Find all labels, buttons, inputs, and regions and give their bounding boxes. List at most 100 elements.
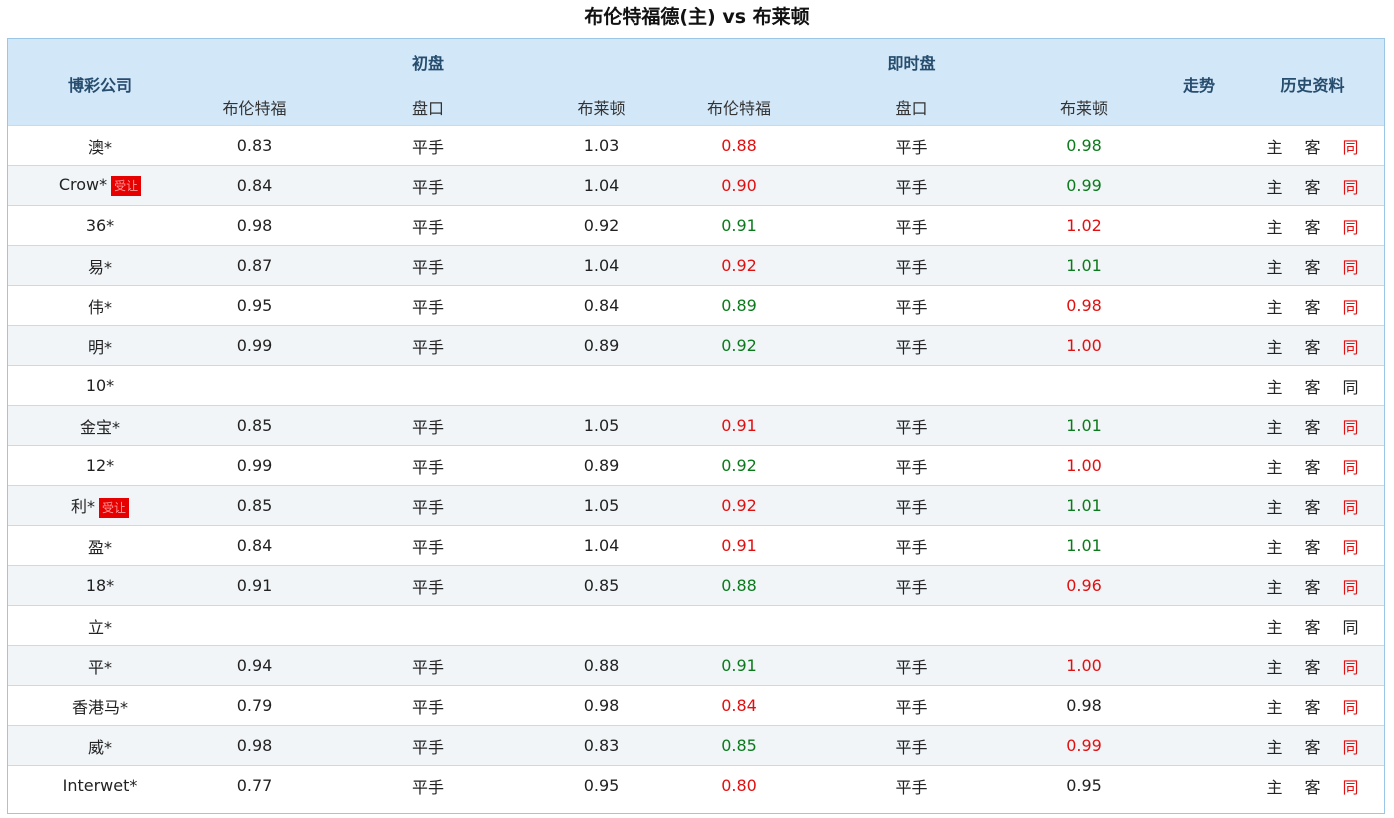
history-away-link[interactable]: 客 — [1294, 134, 1332, 158]
history-away-link[interactable]: 客 — [1294, 214, 1332, 238]
company-cell[interactable]: 威* — [8, 725, 192, 766]
history-home-link[interactable]: 主 — [1256, 734, 1294, 758]
history-same-link[interactable]: 同 — [1332, 414, 1370, 438]
history-away-link[interactable]: 客 — [1294, 454, 1332, 478]
history-away-link[interactable]: 客 — [1294, 734, 1332, 758]
history-home-link[interactable]: 主 — [1256, 774, 1294, 798]
history-home-link[interactable]: 主 — [1256, 694, 1294, 718]
company-cell[interactable]: Interwet* — [8, 765, 192, 805]
trend-cell[interactable] — [1159, 325, 1240, 366]
trend-cell[interactable] — [1159, 565, 1240, 606]
company-name[interactable]: 易* — [88, 258, 112, 277]
company-name[interactable]: 10* — [86, 376, 114, 395]
company-cell[interactable]: 金宝* — [8, 405, 192, 446]
history-same-link[interactable]: 同 — [1332, 374, 1370, 398]
history-same-link[interactable]: 同 — [1332, 574, 1370, 598]
company-name[interactable]: Crow* — [59, 175, 107, 194]
trend-cell[interactable] — [1159, 165, 1240, 206]
history-away-link[interactable]: 客 — [1294, 414, 1332, 438]
history-away-link[interactable]: 客 — [1294, 614, 1332, 638]
history-home-link[interactable]: 主 — [1256, 134, 1294, 158]
history-same-link[interactable]: 同 — [1332, 534, 1370, 558]
history-home-link[interactable]: 主 — [1256, 254, 1294, 278]
trend-cell[interactable] — [1159, 405, 1240, 446]
company-name[interactable]: 香港马* — [72, 698, 128, 717]
trend-cell[interactable] — [1159, 725, 1240, 766]
history-same-link[interactable]: 同 — [1332, 214, 1370, 238]
history-away-link[interactable]: 客 — [1294, 334, 1332, 358]
company-cell[interactable]: 18* — [8, 565, 192, 606]
company-name[interactable]: Interwet* — [63, 776, 138, 795]
company-name[interactable]: 平* — [88, 658, 112, 677]
trend-cell[interactable] — [1159, 605, 1240, 646]
company-cell[interactable]: 盈* — [8, 525, 192, 566]
history-home-link[interactable]: 主 — [1256, 534, 1294, 558]
trend-cell[interactable] — [1159, 245, 1240, 286]
trend-cell[interactable] — [1159, 205, 1240, 246]
history-away-link[interactable]: 客 — [1294, 294, 1332, 318]
trend-cell[interactable] — [1159, 485, 1240, 526]
company-name[interactable]: 明* — [88, 338, 112, 357]
history-home-link[interactable]: 主 — [1256, 334, 1294, 358]
company-name[interactable]: 伟* — [88, 298, 112, 317]
company-cell[interactable]: 36* — [8, 205, 192, 246]
company-cell[interactable]: 伟* — [8, 285, 192, 326]
history-same-link[interactable]: 同 — [1332, 294, 1370, 318]
trend-cell[interactable] — [1159, 525, 1240, 566]
history-home-link[interactable]: 主 — [1256, 374, 1294, 398]
company-cell[interactable]: 10* — [8, 365, 192, 406]
history-away-link[interactable]: 客 — [1294, 654, 1332, 678]
history-home-link[interactable]: 主 — [1256, 174, 1294, 198]
history-away-link[interactable]: 客 — [1294, 494, 1332, 518]
history-home-link[interactable]: 主 — [1256, 414, 1294, 438]
company-cell[interactable]: 易* — [8, 245, 192, 286]
history-home-link[interactable]: 主 — [1256, 494, 1294, 518]
trend-cell[interactable] — [1159, 445, 1240, 486]
trend-cell[interactable] — [1159, 645, 1240, 686]
company-name[interactable]: 12* — [86, 456, 114, 475]
history-away-link[interactable]: 客 — [1294, 374, 1332, 398]
trend-cell[interactable] — [1159, 285, 1240, 326]
company-name[interactable]: 澳* — [88, 138, 112, 157]
history-home-link[interactable]: 主 — [1256, 454, 1294, 478]
company-cell[interactable]: 平* — [8, 645, 192, 686]
history-away-link[interactable]: 客 — [1294, 774, 1332, 798]
history-same-link[interactable]: 同 — [1332, 174, 1370, 198]
company-cell[interactable]: 香港马* — [8, 685, 192, 726]
history-same-link[interactable]: 同 — [1332, 694, 1370, 718]
company-name[interactable]: 36* — [86, 216, 114, 235]
history-home-link[interactable]: 主 — [1256, 294, 1294, 318]
history-away-link[interactable]: 客 — [1294, 574, 1332, 598]
history-same-link[interactable]: 同 — [1332, 134, 1370, 158]
history-home-link[interactable]: 主 — [1256, 654, 1294, 678]
company-name[interactable]: 18* — [86, 576, 114, 595]
trend-cell[interactable] — [1159, 125, 1240, 166]
history-same-link[interactable]: 同 — [1332, 454, 1370, 478]
history-same-link[interactable]: 同 — [1332, 494, 1370, 518]
trend-cell[interactable] — [1159, 765, 1240, 805]
company-cell[interactable]: 12* — [8, 445, 192, 486]
trend-cell[interactable] — [1159, 685, 1240, 726]
company-cell[interactable]: 利* 受让 — [8, 485, 192, 526]
company-cell[interactable]: Crow* 受让 — [8, 165, 192, 206]
history-home-link[interactable]: 主 — [1256, 614, 1294, 638]
trend-cell[interactable] — [1159, 365, 1240, 406]
company-cell[interactable]: 明* — [8, 325, 192, 366]
history-same-link[interactable]: 同 — [1332, 334, 1370, 358]
company-name[interactable]: 利* — [71, 497, 95, 516]
history-away-link[interactable]: 客 — [1294, 534, 1332, 558]
company-name[interactable]: 立* — [88, 618, 112, 637]
history-away-link[interactable]: 客 — [1294, 174, 1332, 198]
history-away-link[interactable]: 客 — [1294, 694, 1332, 718]
history-same-link[interactable]: 同 — [1332, 734, 1370, 758]
history-home-link[interactable]: 主 — [1256, 574, 1294, 598]
company-cell[interactable]: 立* — [8, 605, 192, 646]
company-name[interactable]: 盈* — [88, 538, 112, 557]
company-name[interactable]: 威* — [88, 738, 112, 757]
company-name[interactable]: 金宝* — [80, 418, 120, 437]
history-home-link[interactable]: 主 — [1256, 214, 1294, 238]
history-same-link[interactable]: 同 — [1332, 774, 1370, 798]
history-same-link[interactable]: 同 — [1332, 614, 1370, 638]
history-away-link[interactable]: 客 — [1294, 254, 1332, 278]
history-same-link[interactable]: 同 — [1332, 654, 1370, 678]
